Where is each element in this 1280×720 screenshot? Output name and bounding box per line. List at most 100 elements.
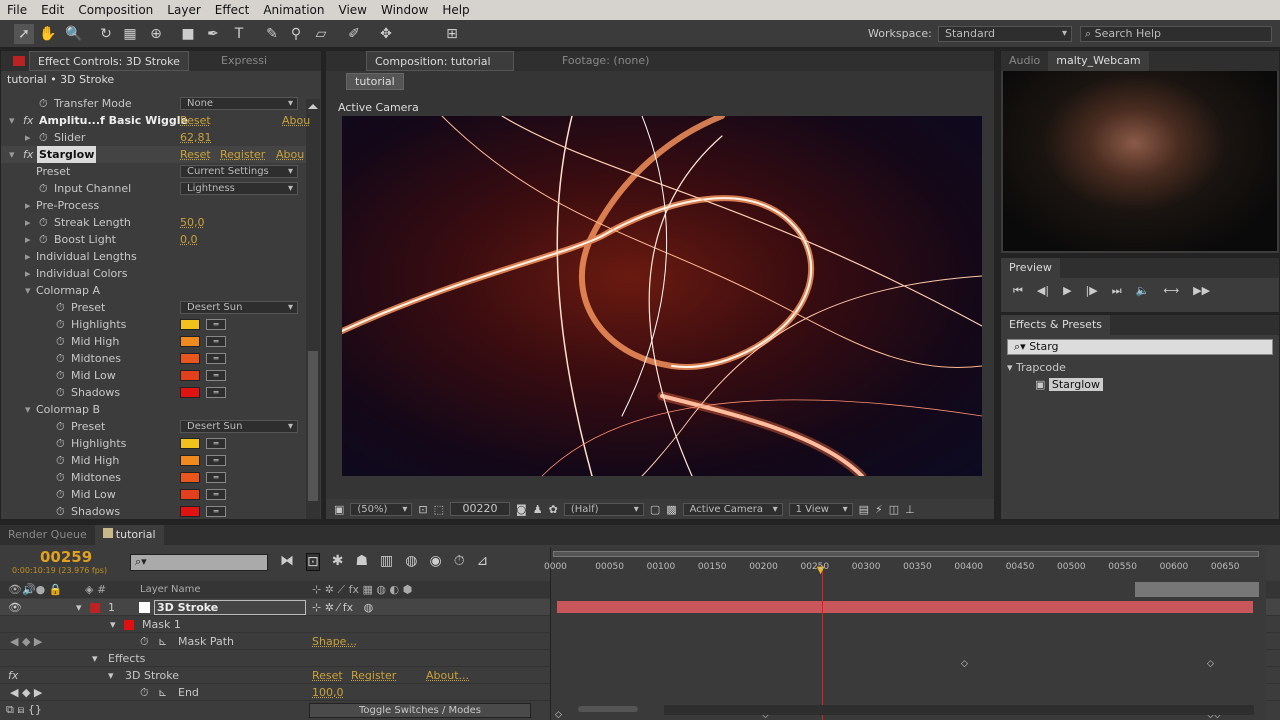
tab-webcam[interactable]: malty_Webcam (1048, 51, 1149, 71)
pen-tool-icon[interactable]: ✒ (203, 24, 223, 44)
current-time-display[interactable]: 00259 (40, 548, 92, 566)
keyframe[interactable]: ◇ (1207, 659, 1214, 669)
colormap-preset-select[interactable]: Desert Sun (180, 420, 298, 433)
mask-path-value[interactable]: Shape... (312, 633, 357, 650)
timeline-icon[interactable]: ◫ (889, 503, 899, 516)
expand-triangle-icon[interactable]: ▾ (92, 650, 98, 667)
reset-link[interactable]: Reset (312, 667, 343, 684)
expand-triangle-icon[interactable]: ▸ (25, 197, 31, 214)
expand-triangle-icon[interactable]: ▾ (76, 599, 82, 616)
stopwatch-icon[interactable]: ⏱ (56, 486, 65, 503)
input-channel-select[interactable]: Lightness (180, 182, 298, 195)
mid-high-color-swatch[interactable] (180, 336, 200, 347)
eyedropper-icon[interactable]: ═ (206, 455, 226, 466)
eyedropper-icon[interactable]: ═ (206, 506, 226, 517)
colormap-a-row[interactable]: ▾ Colormap A (1, 282, 306, 299)
slider-row[interactable]: ▸ ⏱ Slider 62,81 (1, 129, 306, 146)
brush-tool-icon[interactable]: ✎ (262, 24, 282, 44)
mask-color[interactable] (124, 620, 134, 630)
midtones-color-row[interactable]: ⏱ Midtones ═ (1, 350, 306, 367)
camera-tool-icon[interactable]: ▦ (120, 24, 140, 44)
selection-tool-icon[interactable]: ➚ (14, 24, 34, 44)
resolution-select[interactable]: (Half) (563, 502, 644, 516)
eyedropper-icon[interactable]: ═ (206, 438, 226, 449)
label-color[interactable] (90, 603, 100, 613)
expand-triangle-icon[interactable]: ▸ (25, 248, 31, 265)
expand-triangle-icon[interactable]: ▸ (25, 214, 31, 231)
toggle-pixel-aspect-icon[interactable]: ▤ (859, 503, 869, 516)
shadows-color-swatch[interactable] (180, 506, 200, 517)
live-update-icon[interactable]: ⊡ (306, 553, 320, 571)
hand-tool-icon[interactable]: ✋ (38, 24, 58, 44)
menu-view[interactable]: View (332, 3, 374, 17)
about-link[interactable]: Abou (276, 146, 304, 163)
stopwatch-icon[interactable]: ⏱ (56, 350, 65, 367)
expand-triangle-icon[interactable]: ▾ (1007, 361, 1016, 374)
highlights-color-swatch[interactable] (180, 438, 200, 449)
rectangle-tool-icon[interactable]: ■ (178, 24, 198, 44)
eraser-tool-icon[interactable]: ▱ (311, 24, 331, 44)
stopwatch-icon[interactable]: ⏱ (56, 299, 65, 316)
scrollbar[interactable] (306, 99, 320, 519)
register-link[interactable]: Register (351, 667, 396, 684)
transparency-grid-icon[interactable]: ▩ (666, 503, 676, 516)
boost-light-row[interactable]: ▸ ⏱ Boost Light 0,0 (1, 231, 306, 248)
expand-triangle-icon[interactable]: ▸ (25, 129, 31, 146)
expand-triangle-icon[interactable]: ▸ (25, 265, 31, 282)
stopwatch-icon[interactable]: ⏱ (39, 95, 48, 112)
stopwatch-icon[interactable]: ⏱ (56, 418, 65, 435)
play-icon[interactable]: ▶ (1063, 284, 1071, 298)
region-of-interest-icon[interactable]: ▢ (650, 503, 660, 516)
about-link[interactable]: Abou (282, 112, 310, 129)
tab-composition[interactable]: Composition: tutorial (366, 51, 514, 71)
magnification-select[interactable]: (50%) (350, 502, 413, 516)
text-tool-icon[interactable]: T (229, 24, 249, 44)
menu-help[interactable]: Help (435, 3, 476, 17)
pre-process-row[interactable]: ▸ Pre-Process (1, 197, 306, 214)
timeline-track-area[interactable]: ◇ ◇ ◇ ◇ ◇◇ ▼ (550, 547, 1266, 720)
timeline-horizontal-scrollbar[interactable] (664, 705, 1254, 715)
slider-value[interactable]: 62,81 (180, 129, 212, 146)
preset-row[interactable]: Preset Current Settings (1, 163, 306, 180)
graph-editor-icon[interactable]: ⊿ (477, 553, 489, 571)
stopwatch-icon[interactable]: ⏱ (56, 469, 65, 486)
tab-tutorial-timeline[interactable]: tutorial (94, 525, 164, 545)
hide-shy-icon[interactable]: ☗ (355, 553, 368, 571)
midtones-color-row[interactable]: ⏱ Midtones ═ (1, 469, 306, 486)
starglow-effect-name[interactable]: Starglow (37, 146, 97, 163)
timeline-search-input[interactable]: ⌕▾ (130, 554, 268, 571)
draft-3d-icon[interactable]: ✱ (332, 553, 344, 571)
end-value[interactable]: 100,0 (312, 684, 344, 701)
stopwatch-icon[interactable]: ⏱ (39, 214, 48, 231)
stopwatch-icon[interactable]: ⏱ (56, 367, 65, 384)
eyedropper-icon[interactable]: ═ (206, 319, 226, 330)
keyframe[interactable]: ◇ (961, 659, 968, 669)
menu-file[interactable]: File (0, 3, 34, 17)
pan-behind-tool-icon[interactable]: ⊕ (146, 24, 166, 44)
mid-low-color-swatch[interactable] (180, 370, 200, 381)
clone-stamp-tool-icon[interactable]: ⚲ (286, 24, 306, 44)
audio-icon[interactable]: 🔈 (1136, 284, 1150, 298)
roto-brush-tool-icon[interactable]: ✐ (344, 24, 364, 44)
channel-icon[interactable]: ✿ (549, 503, 558, 516)
mask-visibility-icon[interactable]: ⬚ (434, 503, 444, 516)
stopwatch-icon[interactable]: ⏱ (56, 333, 65, 350)
composition-viewer[interactable] (342, 116, 982, 476)
auto-keyframe-icon[interactable]: ⏱ (454, 553, 465, 571)
menu-layer[interactable]: Layer (160, 3, 207, 17)
workspace-select[interactable]: Standard (938, 26, 1072, 42)
stopwatch-icon[interactable]: ⏱ (56, 384, 65, 401)
layer-name-header[interactable]: Layer Name (140, 581, 201, 598)
individual-colors-row[interactable]: ▸ Individual Colors (1, 265, 306, 282)
menu-effect[interactable]: Effect (208, 3, 257, 17)
comp-navigator-button[interactable]: tutorial (346, 73, 404, 90)
last-frame-icon[interactable]: ⏭ (1112, 284, 1122, 298)
loop-icon[interactable]: ⟷ (1163, 284, 1179, 298)
safe-zones-icon[interactable]: ⊡ (418, 503, 427, 516)
highlights-color-swatch[interactable] (180, 319, 200, 330)
visibility-eye-icon[interactable]: 👁 (8, 599, 22, 616)
input-channel-row[interactable]: ⏱ Input Channel Lightness (1, 180, 306, 197)
eyedropper-icon[interactable]: ═ (206, 336, 226, 347)
eyedropper-icon[interactable]: ═ (206, 472, 226, 483)
eyedropper-icon[interactable]: ═ (206, 370, 226, 381)
